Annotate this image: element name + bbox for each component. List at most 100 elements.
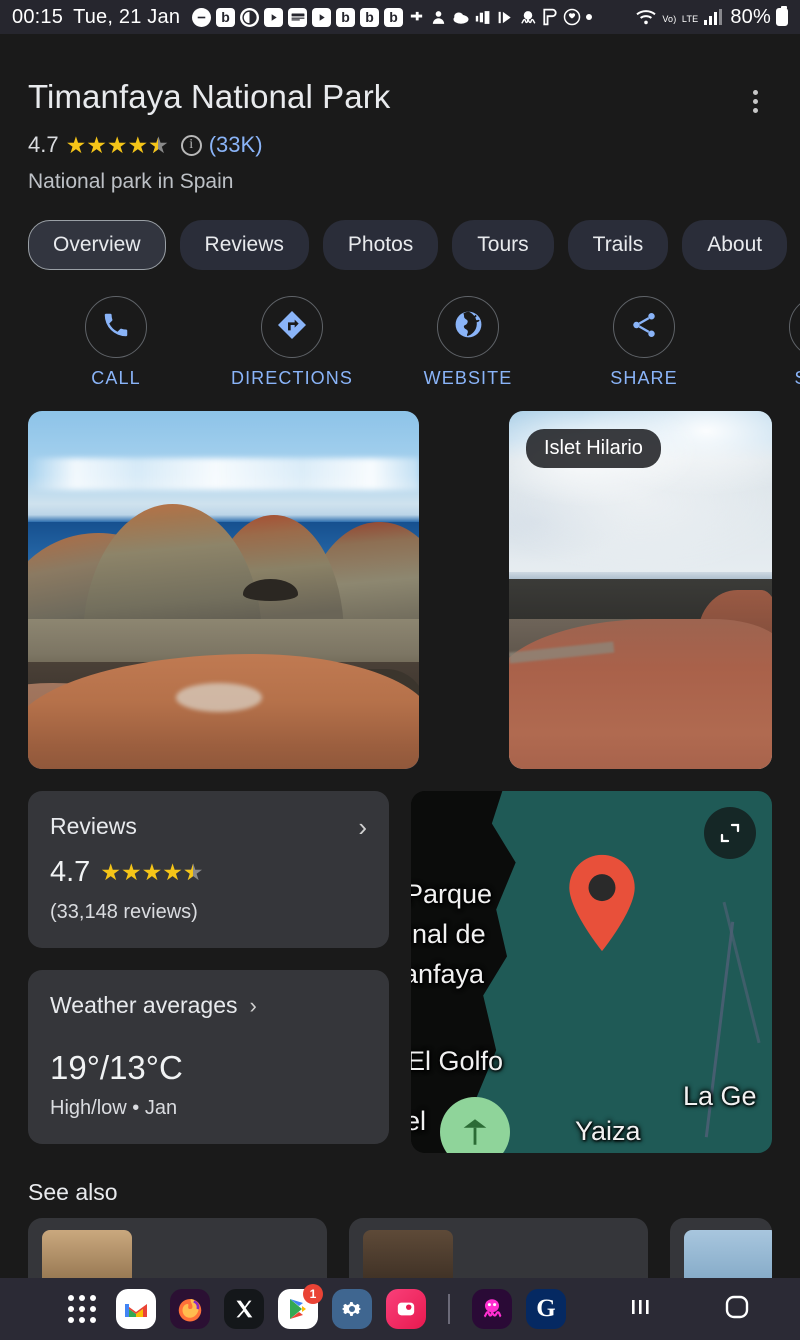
- phone-screen: 00:15 Tue, 21 Jan b b b b Vo) LTE 80% Ti…: [0, 0, 800, 1340]
- website-icon-ring: [437, 296, 499, 358]
- more-options-button[interactable]: [738, 84, 772, 118]
- call-label: CALL: [91, 368, 141, 388]
- photo-dune-highlight: [176, 683, 263, 712]
- see-also-title: See also: [28, 1179, 118, 1205]
- mute-icon: [192, 7, 212, 27]
- tab-reviews[interactable]: Reviews: [179, 220, 309, 270]
- b-app-icon: b: [216, 7, 236, 27]
- news-app-icon: [288, 7, 308, 27]
- star-2: ★: [86, 131, 107, 158]
- weather-card-subtitle: High/low • Jan: [50, 1097, 178, 1119]
- play-store-media-icon: [496, 9, 514, 26]
- gmail-icon[interactable]: [116, 1289, 156, 1329]
- octopus-icon: [519, 9, 537, 26]
- kebab-dot-1: [752, 89, 758, 95]
- play-store-badge: 1: [303, 1284, 323, 1304]
- status-bar-right-icons: Vo) LTE 80%: [635, 6, 788, 29]
- website-button[interactable]: WEBSITE: [380, 296, 556, 389]
- picnic-icon: [463, 1119, 487, 1146]
- photo-craters-image: [28, 411, 419, 769]
- settings-icon[interactable]: [332, 1289, 372, 1329]
- octopus-app-icon[interactable]: [472, 1289, 512, 1329]
- call-icon-ring: [85, 296, 147, 358]
- kebab-dot-3: [752, 107, 758, 113]
- tab-tours[interactable]: Tours: [452, 220, 554, 270]
- home-button[interactable]: [722, 1292, 752, 1327]
- save-label: SAVE: [794, 368, 800, 389]
- x-twitter-icon[interactable]: [224, 1289, 264, 1329]
- rating-stars: ★ ★ ★ ★ ★★: [66, 131, 169, 158]
- clock-heart-icon: [563, 8, 581, 26]
- star-3: ★: [106, 131, 128, 158]
- b-app-icon-2: b: [336, 7, 356, 27]
- phone-icon: [101, 310, 131, 345]
- map-label-onal-de: onal de: [411, 919, 486, 949]
- instagram-icon[interactable]: [386, 1289, 426, 1329]
- map-card[interactable]: Parque onal de anfaya El Golfo Yaiza La …: [411, 791, 772, 1153]
- guardian-icon[interactable]: G: [526, 1289, 566, 1329]
- tab-about[interactable]: About: [682, 220, 788, 270]
- navigation-bar: 1 G: [0, 1278, 800, 1340]
- play-store-icon[interactable]: 1: [278, 1284, 323, 1329]
- weather-card-title: Weather averages: [50, 992, 238, 1018]
- save-button[interactable]: SAVE: [732, 296, 800, 389]
- reviews-card-header: Reviews ›: [50, 813, 367, 840]
- rating-count[interactable]: (33K): [209, 132, 263, 158]
- firefox-icon[interactable]: [170, 1289, 210, 1329]
- tab-overview[interactable]: Overview: [28, 220, 166, 270]
- map-location-pin: [563, 853, 641, 953]
- place-header: Timanfaya National Park: [28, 56, 772, 118]
- weather-card-temperature: 19°/13°C: [50, 1049, 183, 1086]
- call-button[interactable]: CALL: [28, 296, 204, 389]
- app-drawer-icon[interactable]: [62, 1289, 102, 1329]
- rating-row[interactable]: 4.7 ★ ★ ★ ★ ★★ i (33K): [28, 132, 772, 158]
- map-label-el-golfo: El Golfo: [411, 1046, 504, 1076]
- b-app-icon-3: b: [360, 7, 380, 27]
- signal-bars-icon: [703, 8, 723, 26]
- map-label-parque: Parque: [411, 879, 493, 909]
- tab-photos[interactable]: Photos: [322, 220, 439, 270]
- map-label-anfaya: anfaya: [411, 959, 485, 989]
- cloud-icon: [452, 10, 470, 24]
- weather-card[interactable]: Weather averages › 19°/13°C High/low • J…: [28, 970, 389, 1144]
- tab-bar: Overview Reviews Photos Tours Trails Abo…: [28, 220, 788, 270]
- share-button[interactable]: SHARE: [556, 296, 732, 389]
- card-star-2: ★: [120, 859, 142, 885]
- map-label-el: el: [411, 1106, 427, 1136]
- info-icon[interactable]: i: [180, 134, 202, 156]
- map-expand-button[interactable]: [704, 807, 756, 859]
- wifi-icon: [635, 8, 657, 26]
- star-4: ★: [127, 131, 149, 158]
- status-bar-date: Tue, 21 Jan: [73, 5, 181, 28]
- person-icon: [430, 9, 447, 26]
- share-label: SHARE: [610, 368, 678, 388]
- tab-trails[interactable]: Trails: [567, 220, 669, 270]
- directions-label: DIRECTIONS: [230, 368, 353, 388]
- photo-craters[interactable]: [28, 411, 419, 769]
- photo-carousel[interactable]: Islet Hilario: [28, 411, 772, 769]
- equalizer-icon: [475, 9, 491, 26]
- website-label: WEBSITE: [423, 368, 513, 388]
- expand-icon: [720, 823, 740, 843]
- share-icon-ring: [613, 296, 675, 358]
- globe-icon: [453, 309, 484, 345]
- photo-chip-label[interactable]: Islet Hilario: [526, 429, 661, 468]
- directions-button[interactable]: DIRECTIONS: [204, 296, 380, 389]
- chevron-right-icon[interactable]: ›: [358, 814, 367, 840]
- recents-button[interactable]: [628, 1294, 654, 1325]
- dot-icon: [586, 14, 593, 20]
- weather-chevron-right-icon[interactable]: ›: [250, 994, 257, 1017]
- pocket-casts-icon: [542, 8, 558, 26]
- reviews-card[interactable]: Reviews › 4.7 ★ ★ ★ ★ ★★ (33,148 revi: [28, 791, 389, 948]
- reviews-card-score: 4.7: [50, 856, 91, 888]
- place-subtitle: National park in Spain: [28, 170, 234, 193]
- place-details-content: Timanfaya National Park 4.7 ★ ★ ★ ★ ★★ i…: [0, 56, 800, 1288]
- status-bar-notification-icons: b b b b: [192, 7, 635, 27]
- photo-clouds: [28, 457, 419, 490]
- network-type-label: Vo) LTE: [662, 14, 699, 24]
- kebab-dot-2: [752, 98, 758, 104]
- app-dock: 1 G: [0, 1284, 566, 1329]
- rating-value: 4.7: [28, 132, 59, 157]
- status-bar-time: 00:15: [12, 5, 64, 28]
- puzzle-icon: [408, 9, 425, 26]
